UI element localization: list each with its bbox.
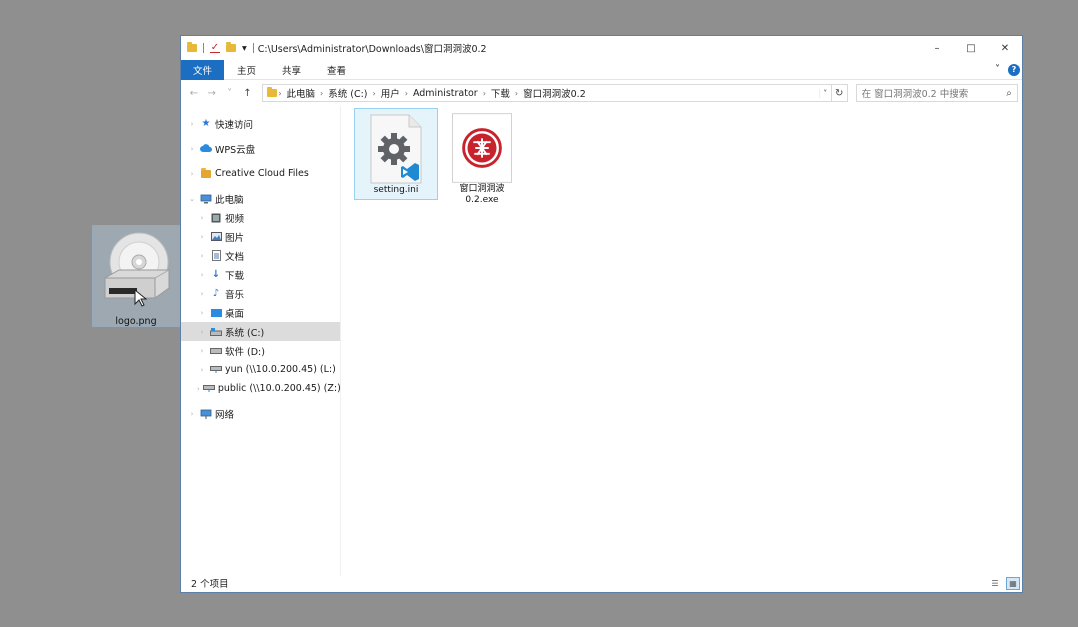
tab-view[interactable]: 查看 bbox=[314, 60, 359, 80]
file-list-area[interactable]: setting.ini 窗口洞洞波 0.2.exe bbox=[341, 106, 1022, 576]
search-placeholder: 在 窗口洞洞波0.2 中搜索 bbox=[861, 89, 969, 100]
tab-share[interactable]: 共享 bbox=[269, 60, 314, 80]
help-icon[interactable]: ? bbox=[1008, 63, 1020, 76]
sidebar-item-network[interactable]: › 网络 bbox=[181, 404, 340, 423]
item-count: 2 个项目 bbox=[191, 579, 229, 590]
expand-icon[interactable]: › bbox=[197, 252, 207, 260]
title-bar[interactable]: ✓ ▾ C:\Users\Administrator\Downloads\窗口洞… bbox=[181, 36, 1022, 60]
quick-access-toolbar: ✓ ▾ bbox=[187, 42, 254, 54]
desktop-icon bbox=[210, 307, 222, 319]
properties-icon[interactable]: ✓ bbox=[210, 43, 220, 53]
file-item-exe[interactable]: 窗口洞洞波 0.2.exe bbox=[440, 108, 524, 205]
breadcrumb-c-drive[interactable]: 系统 (C:) bbox=[324, 86, 371, 100]
pictures-icon bbox=[210, 231, 222, 243]
sidebar-item-this-pc[interactable]: ⌄ 此电脑 bbox=[181, 189, 340, 208]
expand-icon[interactable]: › bbox=[187, 145, 197, 153]
maximize-button[interactable]: □ bbox=[954, 36, 988, 60]
drive-icon bbox=[210, 345, 222, 357]
file-item-setting-ini[interactable]: setting.ini bbox=[354, 108, 438, 200]
app-seal-icon bbox=[452, 112, 512, 184]
sidebar-item-wps-cloud[interactable]: › WPS云盘 bbox=[181, 139, 340, 158]
sidebar-item-music[interactable]: › ♪ 音乐 bbox=[181, 284, 340, 303]
music-icon: ♪ bbox=[212, 288, 220, 299]
file-name-setting-ini: setting.ini bbox=[373, 185, 419, 195]
downloads-icon: ↓ bbox=[211, 269, 221, 280]
network-icon bbox=[200, 408, 212, 420]
large-icons-view-icon[interactable]: ▦ bbox=[1006, 576, 1020, 590]
cloud-icon bbox=[200, 143, 212, 155]
sidebar-item-yun-l[interactable]: › yun (\\10.0.200.45) (L:) bbox=[181, 360, 340, 379]
collapse-icon[interactable]: ⌄ bbox=[187, 195, 197, 203]
expand-icon[interactable]: › bbox=[187, 410, 197, 418]
ribbon-expand-icon[interactable]: ˅ bbox=[995, 64, 1000, 75]
sidebar-item-documents[interactable]: › 文档 bbox=[181, 246, 340, 265]
disc-drive-icon bbox=[101, 232, 173, 311]
video-icon bbox=[210, 212, 222, 224]
address-row: ← → ˅ ↑ › 此电脑 › 系统 (C:) › 用户 › Administr… bbox=[181, 80, 1022, 106]
sidebar-item-creative-cloud[interactable]: › Creative Cloud Files bbox=[181, 164, 340, 183]
computer-icon bbox=[200, 193, 212, 205]
breadcrumb-downloads[interactable]: 下载 bbox=[487, 86, 514, 100]
sidebar-item-system-c[interactable]: › 系统 (C:) bbox=[181, 322, 340, 341]
system-drive-icon bbox=[210, 326, 222, 338]
search-input[interactable]: 在 窗口洞洞波0.2 中搜索 ⌕ bbox=[855, 84, 1019, 102]
breadcrumb-this-pc[interactable]: 此电脑 bbox=[283, 86, 320, 100]
window-title: C:\Users\Administrator\Downloads\窗口洞洞波0.… bbox=[257, 44, 487, 55]
file-explorer-window: ✓ ▾ C:\Users\Administrator\Downloads\窗口洞… bbox=[180, 35, 1023, 593]
sidebar-item-public-z[interactable]: › public (\\10.0.200.45) (Z:) bbox=[181, 379, 341, 398]
sidebar-item-pictures[interactable]: › 图片 bbox=[181, 227, 340, 246]
address-dropdown-icon[interactable]: ˅ bbox=[818, 88, 831, 98]
navigation-pane: › ★ 快速访问 › WPS云盘 › Creative Cloud Files … bbox=[181, 106, 341, 576]
ribbon: 文件 主页 共享 查看 ˅ ? bbox=[181, 59, 1022, 80]
sidebar-item-quick-access[interactable]: › ★ 快速访问 bbox=[181, 114, 340, 133]
expand-icon[interactable]: › bbox=[197, 271, 207, 279]
folder-icon bbox=[187, 42, 197, 52]
ini-settings-file-icon bbox=[366, 113, 426, 185]
dragged-file-ghost[interactable]: logo.png bbox=[92, 225, 180, 327]
expand-icon[interactable]: › bbox=[197, 309, 207, 317]
details-view-icon[interactable]: ☰ bbox=[988, 577, 1002, 590]
recent-locations-button[interactable]: ˅ bbox=[221, 88, 239, 99]
back-button[interactable]: ← bbox=[185, 88, 203, 99]
expand-icon[interactable]: › bbox=[197, 385, 200, 393]
sidebar-item-desktop[interactable]: › 桌面 bbox=[181, 303, 340, 322]
network-drive-icon bbox=[210, 364, 222, 376]
expand-icon[interactable]: › bbox=[187, 120, 197, 128]
tab-home[interactable]: 主页 bbox=[224, 60, 269, 80]
breadcrumb-users[interactable]: 用户 bbox=[377, 86, 404, 100]
tab-file[interactable]: 文件 bbox=[181, 59, 225, 80]
forward-button[interactable]: → bbox=[203, 88, 221, 99]
expand-icon[interactable]: › bbox=[187, 170, 197, 178]
network-drive-icon bbox=[202, 383, 215, 395]
qat-dropdown-icon[interactable]: ▾ bbox=[242, 43, 247, 54]
expand-icon[interactable]: › bbox=[197, 214, 207, 222]
up-button[interactable]: ↑ bbox=[238, 88, 256, 99]
documents-icon bbox=[210, 250, 222, 262]
search-icon[interactable]: ⌕ bbox=[1001, 88, 1017, 99]
breadcrumb-current-folder[interactable]: 窗口洞洞波0.2 bbox=[519, 86, 590, 100]
refresh-button[interactable]: ↻ bbox=[831, 84, 848, 102]
address-bar[interactable]: › 此电脑 › 系统 (C:) › 用户 › Administrator › 下… bbox=[262, 84, 832, 102]
dragged-file-label: logo.png bbox=[115, 316, 157, 327]
folder-icon bbox=[267, 87, 278, 97]
expand-icon[interactable]: › bbox=[197, 328, 207, 336]
file-name-exe: 窗口洞洞波 0.2.exe bbox=[459, 184, 505, 205]
expand-icon[interactable]: › bbox=[197, 290, 207, 298]
sidebar-item-downloads[interactable]: › ↓ 下载 bbox=[181, 265, 340, 284]
expand-icon[interactable]: › bbox=[197, 347, 207, 355]
expand-icon[interactable]: › bbox=[197, 366, 207, 374]
status-bar: 2 个项目 ☰ ▦ bbox=[181, 574, 1022, 592]
breadcrumb-administrator[interactable]: Administrator bbox=[409, 88, 482, 99]
sidebar-item-videos[interactable]: › 视频 bbox=[181, 208, 340, 227]
star-icon: ★ bbox=[201, 118, 211, 129]
close-button[interactable]: ✕ bbox=[988, 36, 1022, 60]
minimize-button[interactable]: – bbox=[920, 36, 954, 60]
creative-cloud-folder-icon bbox=[200, 167, 212, 180]
expand-icon[interactable]: › bbox=[197, 233, 207, 241]
sidebar-item-software-d[interactable]: › 软件 (D:) bbox=[181, 341, 340, 360]
new-folder-icon[interactable] bbox=[226, 42, 236, 52]
